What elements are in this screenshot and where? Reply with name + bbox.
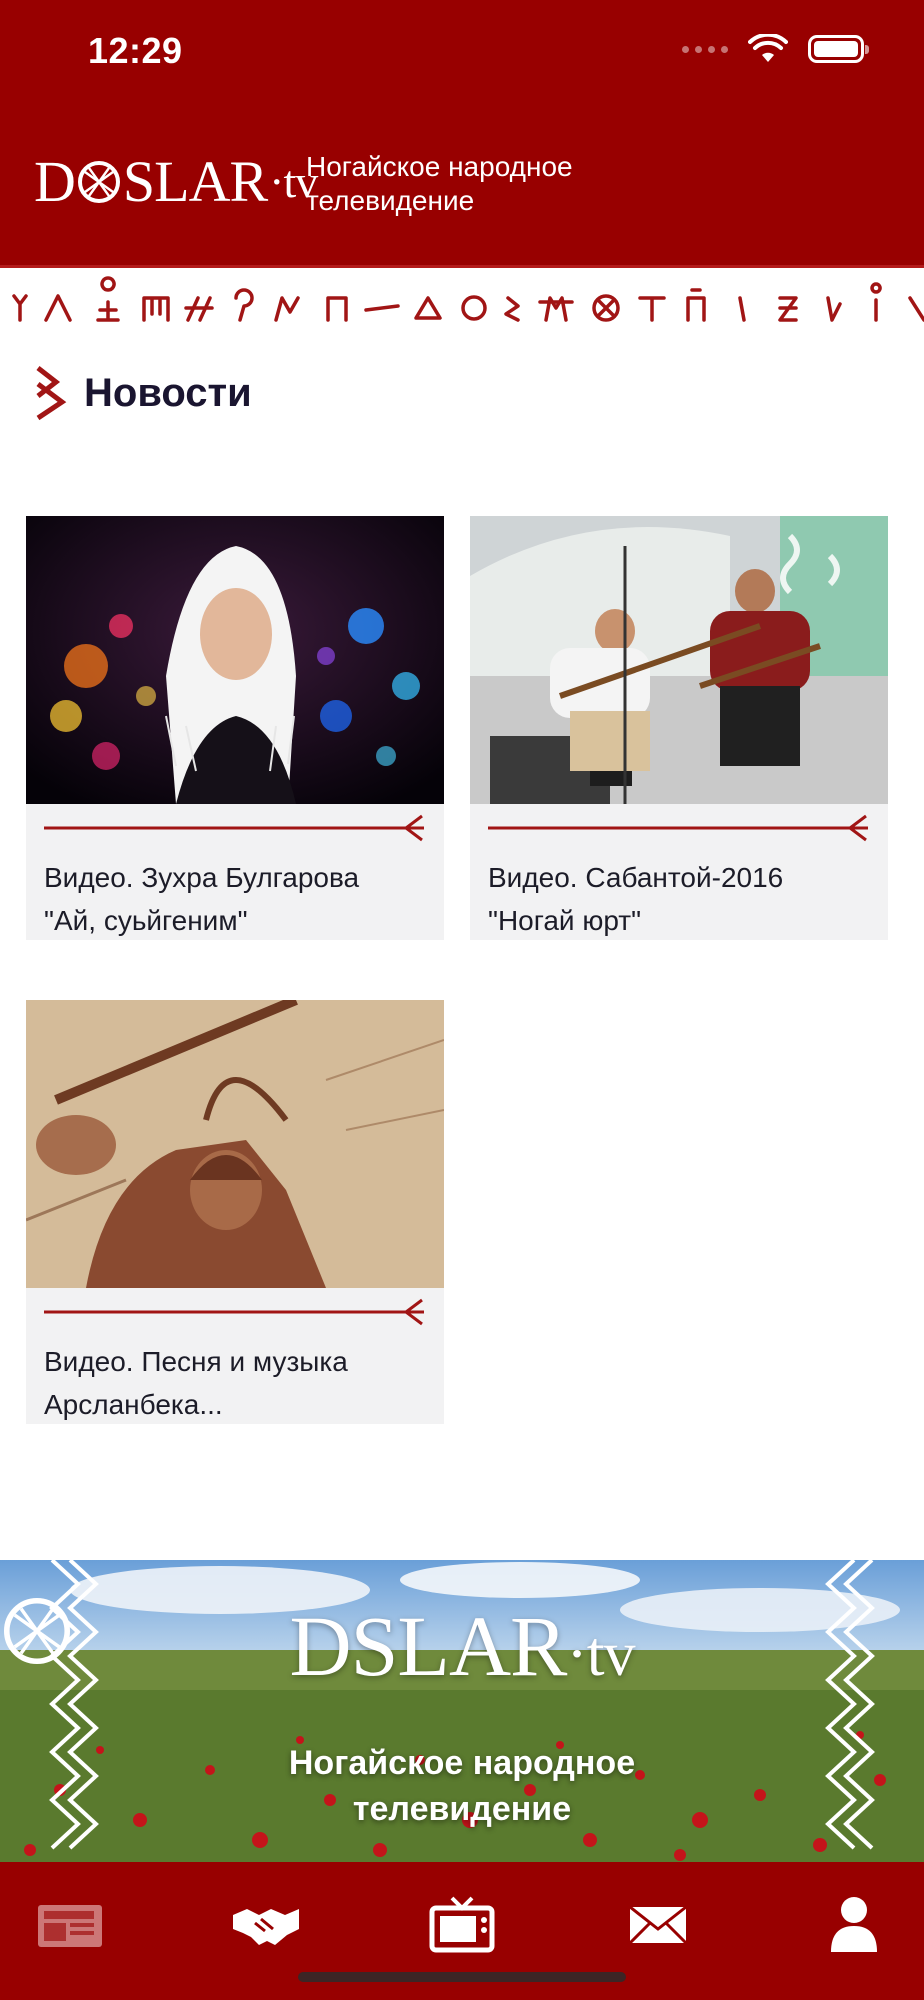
news-thumbnail: [26, 1000, 444, 1288]
arrow-divider-icon: [44, 1298, 424, 1326]
tab-partners[interactable]: [226, 1890, 306, 1960]
arrow-divider-icon: [44, 814, 424, 842]
arrow-divider-icon: [488, 814, 868, 842]
cellular-signal-icon: [682, 45, 728, 53]
user-icon: [831, 1897, 877, 1952]
news-title-line1: Видео. Сабантой-2016: [488, 862, 784, 893]
banner-logo-letters-slar: SLAR: [350, 1598, 568, 1694]
banner-subtitle-line1: Ногайское народное: [288, 1744, 636, 1782]
news-title: Видео. Сабантой-2016 "Ногай юрт": [470, 848, 888, 940]
news-card[interactable]: Видео. Сабантой-2016 "Ногай юрт": [470, 516, 888, 940]
header-subtitle-line1: Ногайское народное: [306, 151, 573, 182]
section-title: Новости: [84, 370, 252, 415]
section-chevron-icon: [36, 366, 67, 421]
tv-icon: [429, 1896, 495, 1953]
news-title-line2: "Ногай юрт": [488, 905, 642, 936]
tab-profile[interactable]: [814, 1890, 894, 1960]
mail-icon: [628, 1905, 688, 1945]
rune-ornament-strip: [0, 265, 924, 345]
status-icons: [682, 34, 869, 64]
banner-logo: D SLAR·tv: [0, 1596, 924, 1696]
news-icon: [38, 1905, 102, 1947]
bottom-tab-bar: [0, 1862, 924, 2000]
logo-emblem-icon: [77, 160, 120, 203]
logo-letter-d: D: [34, 149, 76, 214]
news-title: Видео. Зухра Булгарова "Ай, суьйгеним": [26, 848, 444, 940]
news-title-line2: Арсланбека...: [44, 1389, 223, 1420]
promo-banner: D SLAR·tv Ногайское народное телевидение: [0, 1560, 924, 1862]
tab-tv[interactable]: [422, 1890, 502, 1960]
news-card[interactable]: Видео. Песня и музыка Арсланбека...: [26, 1000, 444, 1424]
news-title-line1: Видео. Зухра Булгарова: [44, 862, 360, 893]
home-indicator: [298, 1972, 626, 1982]
handshake-icon: [233, 1909, 299, 1945]
header-subtitle: Ногайское народное телевидение: [306, 150, 666, 218]
status-time: 12:29: [88, 30, 183, 71]
section-header: Новости: [34, 364, 252, 422]
news-title: Видео. Песня и музыка Арсланбека...: [26, 1332, 444, 1424]
banner-subtitle: Ногайское народное телевидение: [0, 1740, 924, 1832]
news-title-line2: "Ай, суьйгеним": [44, 905, 248, 936]
wifi-icon: [748, 34, 788, 62]
rune-glyphs-icon: [12, 276, 924, 322]
header-subtitle-line2: телевидение: [306, 185, 475, 216]
news-title-line1: Видео. Песня и музыка: [44, 1346, 348, 1377]
tab-contact[interactable]: [618, 1890, 698, 1960]
app-header: 12:29 D SLAR ·tv Ногайское народное теле…: [0, 0, 924, 265]
battery-icon: [808, 35, 869, 63]
news-thumbnail: [470, 516, 888, 804]
logo-letters-slar: SLAR: [122, 149, 268, 214]
banner-logo-tv: ·tv: [566, 1618, 635, 1689]
tab-news[interactable]: [30, 1890, 110, 1960]
banner-logo-letter-d: D: [289, 1598, 351, 1694]
news-thumbnail: [26, 516, 444, 804]
banner-subtitle-line2: телевидение: [352, 1790, 572, 1828]
banner-logo-emblem-icon: [3, 1597, 71, 1665]
news-card[interactable]: Видео. Зухра Булгарова "Ай, суьйгеним": [26, 516, 444, 940]
app-logo[interactable]: D SLAR ·tv: [34, 148, 318, 215]
